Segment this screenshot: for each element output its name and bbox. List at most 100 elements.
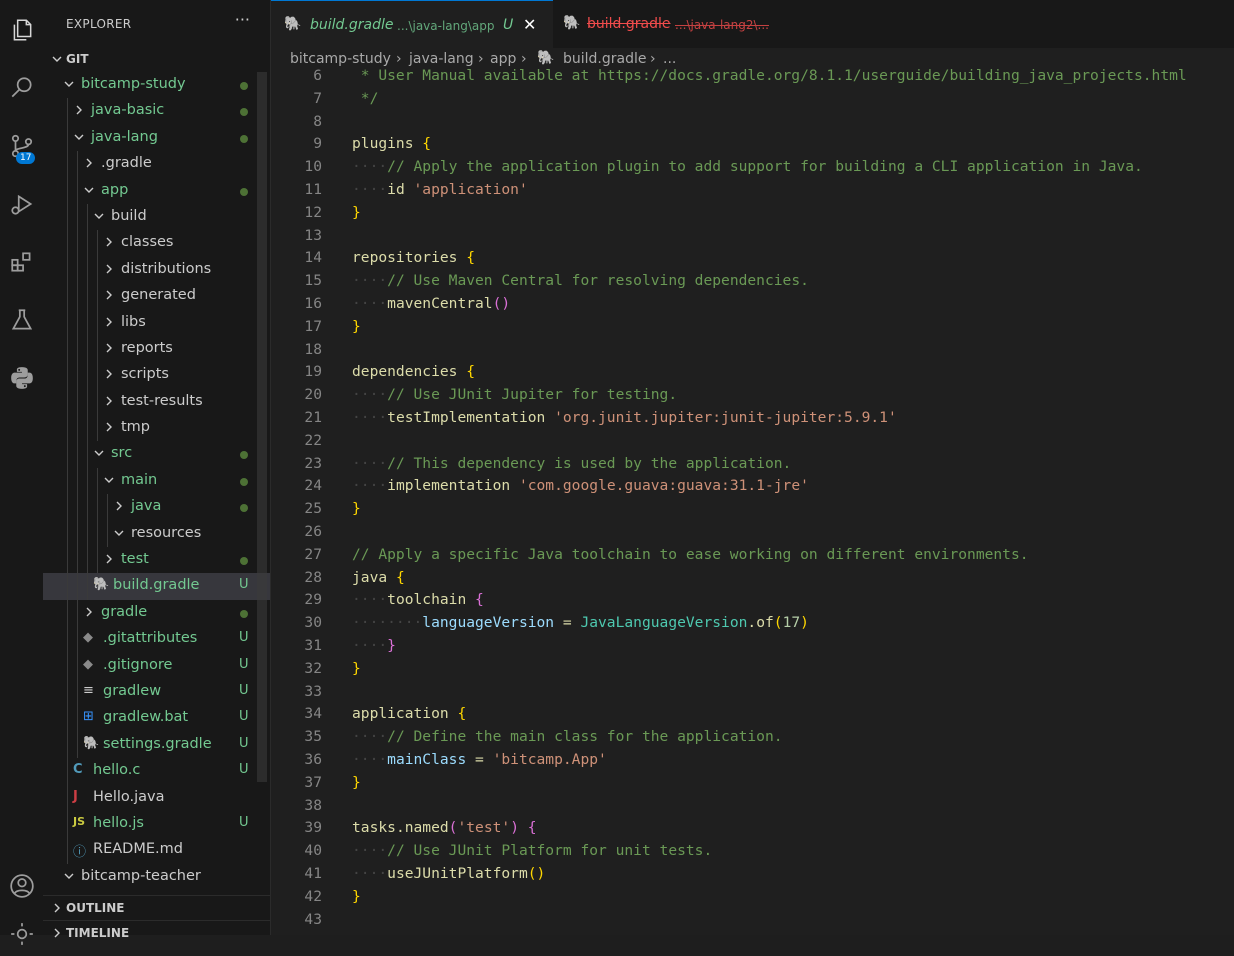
tree-item[interactable]: ◆ .gitignore U (43, 652, 270, 679)
outline-panel-header[interactable]: OUTLINE (43, 895, 270, 918)
code-token: ···· (352, 728, 388, 746)
tree-item[interactable]: reports (43, 335, 270, 363)
tree-item[interactable]: distributions (43, 256, 270, 284)
line-number: 28 (304, 568, 322, 586)
more-actions-button[interactable]: ··· (235, 10, 250, 29)
indent-guide (87, 494, 88, 521)
indent-guide (97, 415, 98, 442)
indent-guide (87, 203, 88, 231)
tree-item[interactable]: resources (43, 520, 270, 548)
code-token: ···· (352, 386, 388, 404)
tree-item[interactable]: ◆ .gitattributes U (43, 626, 270, 653)
indent-guide (77, 731, 78, 759)
tree-item[interactable]: ⊞ gradlew.bat U (43, 705, 270, 732)
tree-item[interactable]: ≡ gradlew U (43, 678, 270, 706)
code-text: ····} (352, 637, 396, 654)
indent-guide (67, 678, 68, 706)
tab-build-gradle-app[interactable]: 🐘 build.gradle ...\java-lang\app U ✕ (271, 0, 553, 49)
tree-item[interactable]: Chello.c U (43, 758, 270, 785)
tree-item[interactable]: gradle (43, 599, 270, 627)
code-token: implementation (387, 477, 519, 495)
sidebar-scrollbar[interactable] (257, 72, 267, 782)
workspace-root-header[interactable]: GIT (43, 48, 270, 70)
line-number: 19 (304, 363, 322, 381)
chevron-down-icon (104, 477, 114, 483)
line-number: 14 (304, 249, 322, 267)
run-debug-icon[interactable] (0, 182, 43, 226)
tree-item[interactable]: test (43, 547, 270, 574)
tree-item[interactable]: classes (43, 230, 270, 257)
tree-item[interactable]: J Hello.java (43, 784, 270, 811)
code-text: } (352, 318, 361, 335)
git-file-icon: ◆ (83, 630, 93, 646)
tree-item-label: .gitattributes (103, 630, 198, 647)
tree-item[interactable]: build (43, 203, 270, 231)
tree-item[interactable]: generated (43, 283, 270, 310)
explorer-icon[interactable] (0, 8, 43, 52)
tree-item[interactable]: app (43, 177, 270, 204)
tree-item[interactable]: ⓘ README.md (43, 837, 270, 864)
indent-guide (67, 124, 68, 152)
indent-guide (77, 441, 78, 468)
indent-guide (87, 573, 88, 600)
tree-item[interactable]: tmp (43, 415, 270, 442)
indent-guide (67, 520, 68, 548)
tree-item[interactable]: JS hello.js U (43, 810, 270, 838)
code-editor[interactable]: 6 * User Manual available at https://doc… (271, 65, 1234, 935)
tree-item[interactable]: libs (43, 309, 270, 336)
tree-item[interactable]: 🐘 settings.gradle U (43, 731, 270, 759)
tree-item-label: generated (121, 287, 196, 304)
indent-guide (87, 309, 88, 336)
tree-item-label: scripts (121, 366, 169, 383)
tree-item[interactable]: java-lang (43, 124, 270, 152)
code-token: 17 (782, 614, 801, 632)
tree-item[interactable]: java (43, 494, 270, 521)
code-line: 12} (271, 204, 1234, 227)
line-number: 41 (304, 865, 322, 882)
tree-item[interactable]: main (43, 467, 270, 495)
tree-item-label: hello.c (93, 762, 141, 779)
testing-icon[interactable] (0, 298, 43, 342)
tree-item-label: java-lang (91, 128, 158, 145)
indent-guide (87, 256, 88, 284)
tree-item[interactable]: java-basic (43, 98, 270, 125)
indent-guide (97, 467, 98, 495)
code-token: ········ (352, 614, 423, 632)
chevron-down-icon (64, 81, 74, 87)
tree-item[interactable]: src (43, 441, 270, 468)
tree-item[interactable]: scripts (43, 362, 270, 389)
modified-dot-icon (240, 557, 248, 566)
gradle-elephant-icon: 🐘 (563, 15, 581, 31)
code-token: () (492, 295, 511, 312)
search-icon[interactable] (0, 66, 43, 110)
code-line: 24 ····implementation 'com.google.guava:g… (271, 477, 1234, 500)
tab-filename: build.gradle (310, 17, 394, 33)
python-icon[interactable] (0, 356, 43, 400)
indent-guide (67, 705, 68, 732)
tree-item[interactable]: bitcamp-study (43, 72, 270, 98)
indent-guide (77, 678, 78, 706)
indent-guide (87, 441, 88, 468)
modified-dot-icon (240, 451, 248, 460)
code-token: ···· (352, 409, 388, 426)
tree-item[interactable]: .gradle (43, 151, 270, 178)
tree-item-label: gradlew.bat (103, 709, 189, 726)
indent-guide (67, 203, 68, 231)
tab-build-gradle-lang2[interactable]: 🐘 build.gradle ...\java-lang2\... (553, 0, 805, 48)
tree-item[interactable]: test-results (43, 388, 270, 416)
tree-item[interactable]: 🐘 build.gradle U (43, 573, 270, 600)
line-number: 43 (304, 910, 322, 928)
extensions-icon[interactable] (0, 240, 43, 284)
code-token: * User Manual available at https://docs.… (352, 67, 1187, 84)
tree-item[interactable]: bitcamp-teacher (43, 864, 270, 890)
manage-gear-icon[interactable] (0, 912, 43, 956)
account-icon[interactable] (0, 864, 43, 908)
tree-item-label: src (111, 445, 133, 462)
indent-guide (77, 203, 78, 231)
timeline-panel-header[interactable]: TIMELINE (43, 920, 270, 943)
code-token: 'bitcamp.App' (492, 751, 607, 768)
source-control-icon[interactable]: 17 (0, 124, 43, 168)
code-token: { (395, 568, 405, 586)
close-icon[interactable]: ✕ (523, 15, 536, 34)
indent-guide (87, 388, 88, 416)
